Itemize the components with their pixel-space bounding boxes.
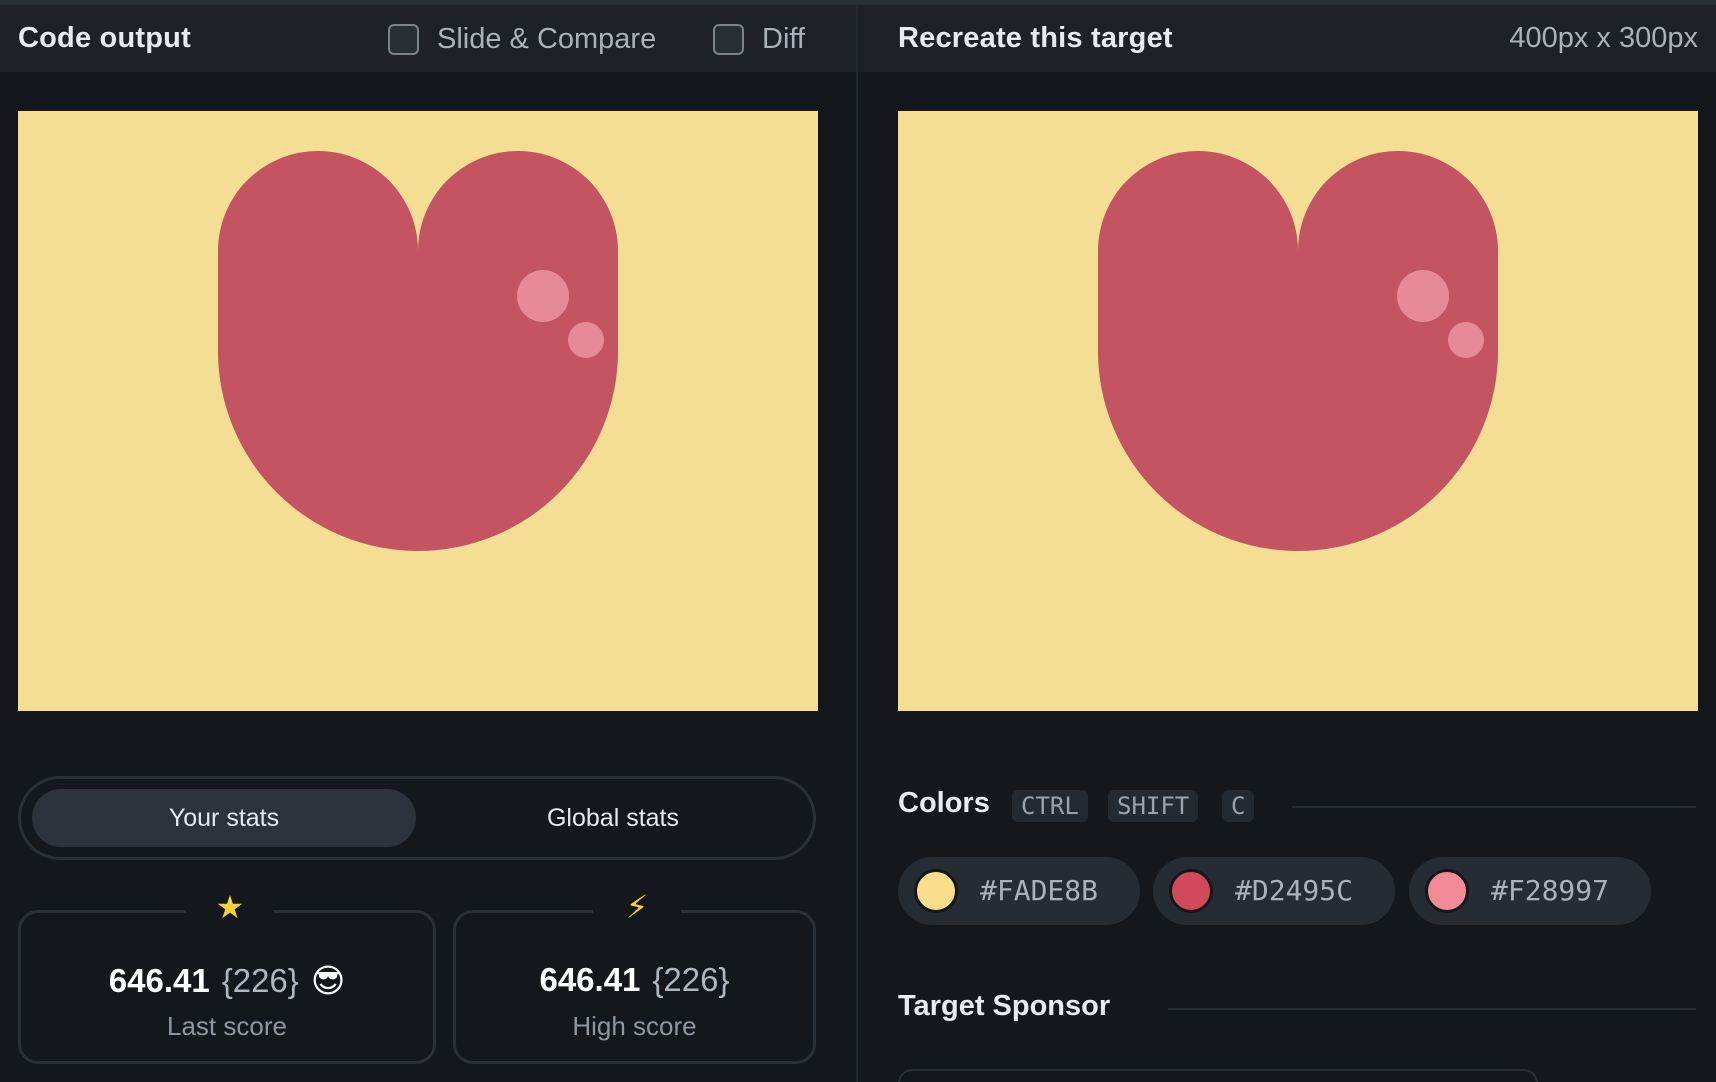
high-score-value: 646.41: [539, 961, 641, 998]
color-code-3: #F28997: [1491, 874, 1610, 907]
color-code-2: #D2495C: [1235, 874, 1354, 907]
heart-highlight-small: [568, 322, 604, 358]
target-dimensions: 400px x 300px: [1509, 22, 1698, 54]
slide-compare-checkbox[interactable]: [388, 23, 419, 55]
heart-artwork-output: [18, 111, 818, 711]
last-score-count: {226}: [221, 962, 299, 999]
target-highlight-small: [1448, 322, 1484, 358]
heart-highlight-large: [517, 270, 569, 322]
lightning-icon: ⚡: [593, 887, 681, 927]
code-output-panel: Code output Slide & Compare Diff Your st…: [0, 5, 856, 1082]
high-score-count: {226}: [652, 961, 730, 998]
sponsor-divider: [1168, 1008, 1696, 1010]
color-dot-3: [1425, 869, 1469, 913]
shortcut-ctrl-key: CTRL: [1012, 790, 1088, 822]
diff-toggle[interactable]: Diff: [713, 22, 805, 56]
diff-label: Diff: [762, 22, 805, 55]
last-score-value-row: 646.41 {226} 😎: [21, 961, 433, 1000]
tab-your-stats[interactable]: Your stats: [32, 789, 416, 847]
color-code-1: #FADE8B: [980, 874, 1099, 907]
sunglasses-emoji-icon: 😎: [310, 962, 346, 999]
slide-compare-label: Slide & Compare: [437, 22, 657, 55]
target-highlight-large: [1397, 270, 1449, 322]
color-dot-1: [914, 869, 958, 913]
diff-checkbox[interactable]: [713, 23, 744, 55]
color-swatch-2[interactable]: #D2495C: [1153, 857, 1395, 925]
target-title: Recreate this target: [898, 22, 1173, 54]
last-score-card: ★ 646.41 {226} 😎 Last score: [18, 887, 436, 1064]
target-header: Recreate this target 400px x 300px: [858, 5, 1716, 72]
colors-divider: [1292, 806, 1696, 808]
high-score-card: ⚡ 646.41 {226} High score: [453, 887, 816, 1064]
colors-title: Colors: [898, 787, 990, 819]
stats-tabs: Your stats Global stats: [18, 776, 816, 860]
last-score-value: 646.41: [108, 962, 210, 999]
tab-global-stats[interactable]: Global stats: [421, 789, 805, 847]
code-output-title: Code output: [18, 22, 191, 54]
last-score-label: Last score: [167, 1011, 287, 1041]
shortcut-shift-key: SHIFT: [1108, 790, 1199, 822]
target-canvas: [898, 111, 1698, 711]
color-dot-2: [1169, 869, 1213, 913]
target-panel: Recreate this target 400px x 300px Color…: [858, 5, 1716, 1082]
star-icon: ★: [186, 887, 274, 927]
color-swatch-1[interactable]: #FADE8B: [898, 857, 1140, 925]
target-sponsor-title: Target Sponsor: [898, 990, 1111, 1022]
color-swatch-3[interactable]: #F28997: [1409, 857, 1651, 925]
sponsor-box[interactable]: [898, 1069, 1538, 1082]
shortcut-c-key: C: [1222, 790, 1255, 822]
high-score-value-row: 646.41 {226}: [456, 961, 813, 999]
code-output-header: Code output Slide & Compare Diff: [0, 5, 856, 72]
high-score-label: High score: [572, 1011, 697, 1041]
heart-artwork-target: [898, 111, 1698, 711]
slide-compare-toggle[interactable]: Slide & Compare: [388, 22, 656, 56]
code-output-canvas[interactable]: [18, 111, 818, 711]
